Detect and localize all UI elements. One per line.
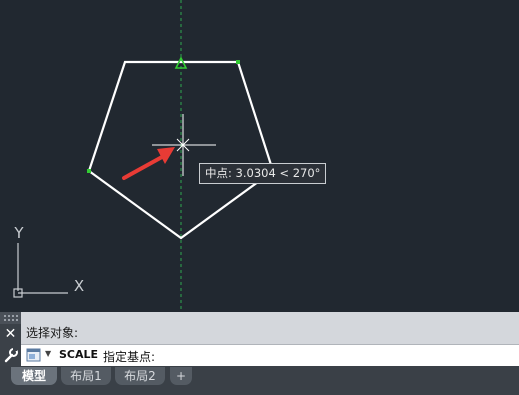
ucs-icon: Y X (13, 224, 84, 298)
red-arrow-annotation (122, 147, 175, 180)
command-name: SCALE (59, 348, 99, 361)
drawing-svg: Y X (13, 0, 275, 312)
command-prompt: 指定基点: (103, 350, 156, 364)
ucs-y-label: Y (13, 224, 24, 242)
chevron-down-icon[interactable]: ▼ (45, 349, 51, 358)
snap-label: 中点 (205, 166, 228, 180)
command-line-panel: ✕ 选择对象: ▼ SCALE 指定基点: (0, 312, 519, 367)
close-icon[interactable]: ✕ (0, 324, 21, 344)
vertex-grip (236, 60, 240, 64)
command-history-text: 选择对象: (26, 326, 79, 340)
vertex-grip (87, 169, 91, 173)
add-tab-button[interactable]: + (170, 367, 192, 385)
drawing-canvas[interactable]: Y X 中点: 3.0304 < 270° (0, 0, 519, 312)
grip-handle[interactable] (0, 312, 21, 324)
wrench-icon[interactable] (0, 344, 21, 366)
layout-tab-bar: 模型 布局1 布局2 + (0, 366, 519, 395)
command-history-icon[interactable] (26, 348, 42, 363)
snap-angle-symbol: < (279, 166, 290, 180)
autocad-window: Y X 中点: 3.0304 < 270° ✕ 选择对象: ▼ SCALE 指定… (0, 0, 519, 395)
tab-model[interactable]: 模型 (11, 367, 57, 385)
tab-layout2[interactable]: 布局2 (115, 367, 165, 385)
command-input[interactable]: ▼ SCALE 指定基点: (21, 344, 519, 367)
snap-angle: 270° (292, 166, 321, 180)
tab-layout1[interactable]: 布局1 (61, 367, 111, 385)
snap-distance: 3.0304 (235, 166, 276, 180)
snap-tooltip: 中点: 3.0304 < 270° (199, 163, 327, 184)
ucs-x-label: X (74, 277, 84, 295)
snap-separator: : (228, 166, 232, 180)
